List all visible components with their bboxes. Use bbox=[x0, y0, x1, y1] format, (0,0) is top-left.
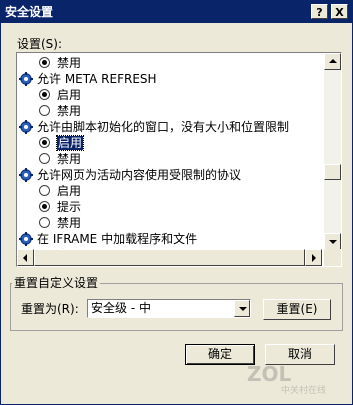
close-button[interactable]: X bbox=[331, 4, 348, 19]
radio-dot bbox=[42, 60, 47, 65]
vertical-scroll-thumb[interactable] bbox=[324, 164, 341, 180]
scroll-up-button[interactable] bbox=[324, 53, 341, 70]
radio-button[interactable] bbox=[39, 217, 50, 228]
radio-button[interactable] bbox=[39, 105, 50, 116]
watermark-logo: ZOL bbox=[247, 362, 292, 386]
setting-header: 允许 META REFRESH bbox=[19, 71, 157, 87]
radio-dot bbox=[42, 204, 47, 209]
reset-to-label: 重置为(R): bbox=[21, 302, 79, 316]
scroll-down-button[interactable] bbox=[324, 233, 341, 250]
title-bar[interactable]: 安全设置 ? X bbox=[1, 1, 352, 23]
setting-option-label: 启用 bbox=[55, 135, 85, 151]
radio-dot bbox=[42, 92, 47, 97]
setting-header: 允许由脚本初始化的窗口，没有大小和位置限制 bbox=[19, 119, 290, 135]
settings-gear-icon bbox=[19, 232, 33, 246]
scroll-left-button[interactable] bbox=[17, 249, 34, 266]
settings-gear-icon bbox=[19, 120, 33, 134]
setting-option[interactable]: 启用 bbox=[39, 183, 82, 199]
radio-button[interactable] bbox=[39, 89, 50, 100]
setting-option[interactable]: 禁用 bbox=[39, 103, 82, 119]
settings-gear-icon bbox=[19, 168, 33, 182]
chevron-down-icon bbox=[239, 307, 247, 311]
reset-group-label: 重置自定义设置 bbox=[12, 275, 101, 291]
settings-label: 设置(S): bbox=[17, 37, 63, 51]
arrow-up-icon bbox=[329, 59, 337, 63]
setting-option-label: 启用 bbox=[57, 88, 82, 102]
window-title: 安全设置 bbox=[5, 5, 54, 19]
settings-tree[interactable]: 禁用 允许 META REFRESH 启用 禁用 允许由脚本初始化的窗口，没有大小和位置… bbox=[16, 52, 342, 267]
setting-option-label: 禁用 bbox=[57, 216, 82, 230]
horizontal-scroll-thumb[interactable] bbox=[34, 249, 305, 266]
arrow-right-icon bbox=[312, 254, 316, 262]
settings-tree-list: 禁用 允许 META REFRESH 启用 禁用 允许由脚本初始化的窗口，没有大小和位置… bbox=[17, 53, 322, 250]
horizontal-scrollbar[interactable] bbox=[17, 249, 322, 266]
radio-button[interactable] bbox=[39, 137, 50, 148]
setting-option-label: 禁用 bbox=[57, 152, 82, 166]
radio-button[interactable] bbox=[39, 57, 50, 68]
radio-button[interactable] bbox=[39, 185, 50, 196]
help-button[interactable]: ? bbox=[311, 4, 328, 19]
setting-header-label: 在 IFRAME 中加载程序和文件 bbox=[37, 232, 198, 246]
setting-header-label: 允许 META REFRESH bbox=[37, 72, 157, 86]
setting-header-label: 允许由脚本初始化的窗口，没有大小和位置限制 bbox=[37, 120, 290, 134]
dropdown-button[interactable] bbox=[234, 300, 250, 317]
radio-button[interactable] bbox=[39, 153, 50, 164]
arrow-down-icon bbox=[329, 240, 337, 244]
security-level-value: 安全级 - 中 bbox=[91, 301, 151, 315]
settings-gear-icon bbox=[19, 72, 33, 86]
setting-option-label: 禁用 bbox=[57, 104, 82, 118]
radio-button[interactable] bbox=[39, 201, 50, 212]
setting-option-label: 禁用 bbox=[57, 56, 82, 70]
setting-option[interactable]: 禁用 bbox=[39, 55, 82, 71]
close-icon: X bbox=[335, 6, 344, 19]
security-level-select[interactable]: 安全级 - 中 bbox=[87, 299, 251, 318]
setting-header: 允许网页为活动内容使用受限制的协议 bbox=[19, 167, 242, 183]
setting-option[interactable]: 禁用 bbox=[39, 215, 82, 231]
ok-button[interactable]: 确定 bbox=[185, 344, 255, 365]
setting-option-label: 启用 bbox=[57, 184, 82, 198]
help-icon: ? bbox=[316, 6, 323, 19]
radio-dot bbox=[42, 140, 47, 145]
watermark-subtitle: 中关村在线 bbox=[281, 386, 327, 396]
setting-header-label: 允许网页为活动内容使用受限制的协议 bbox=[37, 168, 242, 182]
setting-option[interactable]: 启用 bbox=[39, 87, 82, 103]
setting-option[interactable]: 禁用 bbox=[39, 151, 82, 167]
setting-option-label: 提示 bbox=[57, 200, 82, 214]
reset-button[interactable]: 重置(E) bbox=[263, 299, 331, 320]
setting-option[interactable]: 启用 bbox=[39, 135, 85, 151]
scroll-right-button[interactable] bbox=[305, 249, 322, 266]
setting-header: 在 IFRAME 中加载程序和文件 bbox=[19, 231, 198, 247]
arrow-left-icon bbox=[23, 254, 27, 262]
scrollbar-corner bbox=[324, 249, 341, 266]
vertical-scrollbar[interactable] bbox=[324, 53, 341, 250]
zol-watermark: ZOL 中关村在线 bbox=[247, 363, 339, 399]
setting-option[interactable]: 提示 bbox=[39, 199, 82, 215]
security-settings-dialog: 安全设置 ? X 设置(S): 禁用 允许 META REFRESH 启用 禁用 允许由… bbox=[0, 0, 353, 405]
